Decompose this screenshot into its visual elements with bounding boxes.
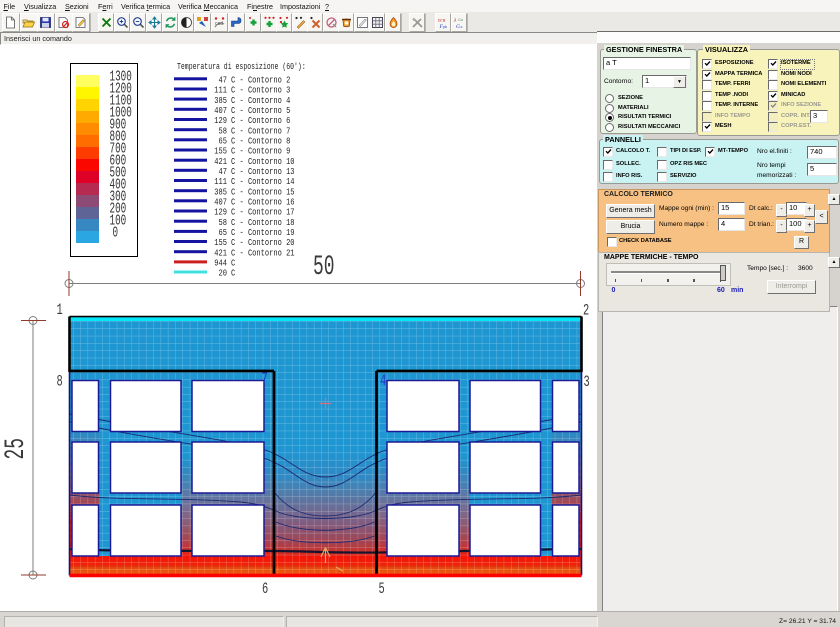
- svg-text:Temperatura di esposizione (60: Temperatura di esposizione (60'):: [177, 62, 306, 72]
- svg-text:155: 155: [214, 147, 227, 157]
- svg-text:3: 3: [584, 374, 590, 392]
- svg-text:111: 111: [214, 86, 227, 96]
- svg-text:Cu: Cu: [458, 17, 463, 22]
- svg-text:7: 7: [262, 371, 268, 389]
- svg-text:C - Contorno 5: C - Contorno 5: [231, 106, 290, 116]
- svg-text:C - Contorno 19: C - Contorno 19: [231, 228, 295, 238]
- svg-text:65: 65: [219, 228, 228, 238]
- svg-text:8: 8: [57, 374, 63, 392]
- svg-text:47: 47: [219, 167, 228, 177]
- svg-text:385: 385: [214, 188, 227, 198]
- svg-text:58: 58: [219, 218, 228, 228]
- svg-text:λ: λ: [453, 17, 457, 23]
- svg-text:C - Contorno 2: C - Contorno 2: [231, 76, 290, 86]
- svg-text:1: 1: [57, 302, 63, 320]
- svg-text:C - Contorno 9: C - Contorno 9: [231, 147, 290, 157]
- svg-text:50: 50: [313, 251, 335, 283]
- svg-text:944: 944: [214, 259, 227, 269]
- svg-text:2: 2: [583, 303, 589, 321]
- svg-text:58: 58: [219, 127, 228, 137]
- svg-text:C - Contorno 14: C - Contorno 14: [231, 177, 295, 187]
- svg-text:421: 421: [214, 157, 227, 167]
- svg-text:385: 385: [214, 96, 227, 106]
- svg-text:G: G: [456, 24, 460, 29]
- svg-text:407: 407: [214, 198, 227, 208]
- svg-text:cad: cad: [215, 21, 223, 27]
- svg-text:C: C: [231, 259, 235, 269]
- svg-text:407: 407: [214, 106, 227, 116]
- svg-text:65: 65: [219, 137, 228, 147]
- svg-text:C - Contorno 17: C - Contorno 17: [231, 208, 295, 218]
- svg-text:C - Contorno 4: C - Contorno 4: [231, 96, 290, 106]
- svg-text:C - Contorno 15: C - Contorno 15: [231, 188, 295, 198]
- svg-text:C - Contorno 10: C - Contorno 10: [231, 157, 295, 167]
- svg-text:5: 5: [379, 581, 385, 599]
- svg-text:C - Contorno 21: C - Contorno 21: [231, 249, 295, 259]
- svg-text:C - Contorno 18: C - Contorno 18: [231, 218, 295, 228]
- svg-text:20: 20: [219, 269, 228, 279]
- svg-text:C - Contorno 6: C - Contorno 6: [231, 116, 290, 126]
- svg-text:C: C: [231, 269, 235, 279]
- svg-text:C - Contorno 16: C - Contorno 16: [231, 198, 295, 208]
- svg-text:εcu: εcu: [438, 17, 446, 23]
- svg-text:129: 129: [214, 208, 227, 218]
- svg-text:C - Contorno 13: C - Contorno 13: [231, 167, 295, 177]
- svg-text:C - Contorno 20: C - Contorno 20: [231, 238, 295, 248]
- svg-text:421: 421: [214, 249, 227, 259]
- svg-text:129: 129: [214, 116, 227, 126]
- svg-text:c: c: [460, 24, 462, 29]
- svg-text:6: 6: [262, 581, 268, 599]
- svg-text:4: 4: [380, 373, 386, 391]
- svg-text:0: 0: [113, 224, 119, 241]
- svg-text:47: 47: [219, 76, 228, 86]
- svg-text:155: 155: [214, 238, 227, 248]
- svg-text:C - Contorno 8: C - Contorno 8: [231, 137, 290, 147]
- svg-text:111: 111: [214, 177, 227, 187]
- svg-text:C - Contorno 7: C - Contorno 7: [231, 127, 290, 137]
- svg-text:25: 25: [0, 438, 32, 460]
- svg-text:C - Contorno 3: C - Contorno 3: [231, 86, 290, 96]
- svg-text:yk: yk: [443, 24, 447, 29]
